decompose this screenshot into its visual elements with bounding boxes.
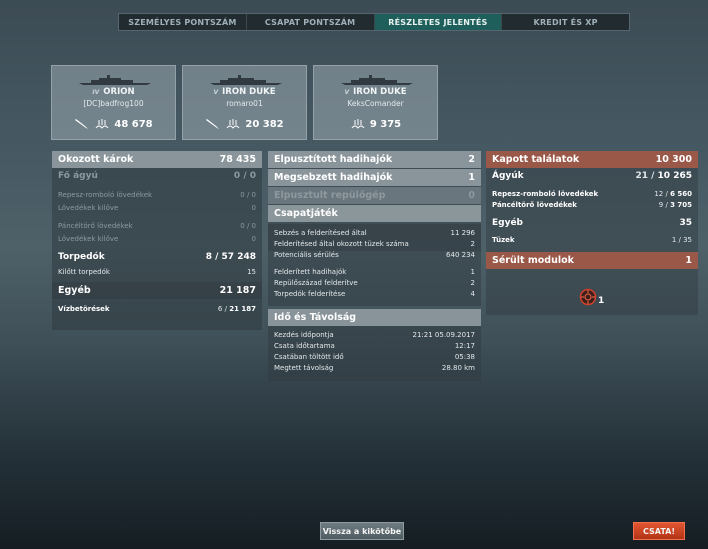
back-to-port-button[interactable]: Vissza a kikötőbe bbox=[320, 522, 404, 540]
card-score: 9 375 bbox=[369, 118, 402, 130]
time-distance-header: Idő és Távolság bbox=[268, 309, 481, 326]
he-shells-row: Repesz-romboló lövedékek 0 / 0 bbox=[58, 190, 256, 199]
shells-fired-row: Lövedékek kilőve 0 bbox=[58, 234, 256, 243]
spotting-fires-row: Felderítésed által okozott tüzek száma 2 bbox=[274, 239, 475, 248]
distance-row: Megtett távolság 28.80 km bbox=[274, 363, 475, 372]
received-hits-panel: Kapott találatok 10 300 Ágyúk 21 / 10 265 … bbox=[486, 151, 698, 315]
player-name: [DC]badfrog100 bbox=[83, 99, 144, 108]
ship-tier: V bbox=[344, 89, 350, 96]
spotted-torpedoes-row: Torpedók felderítése 4 bbox=[274, 289, 475, 298]
planes-destroyed-header: Elpusztult repülőgép 0 bbox=[268, 187, 481, 204]
tab-team-score[interactable]: CSAPAT PONTSZÁM bbox=[247, 14, 375, 30]
battleship-silhouette-icon bbox=[210, 75, 282, 85]
ship-name: V IRON DUKE bbox=[213, 87, 276, 97]
battleship-silhouette-icon bbox=[341, 75, 413, 85]
torpedo-icon bbox=[75, 119, 89, 129]
spotted-squadrons-row: Repülőszázad felderítve 2 bbox=[274, 278, 475, 287]
module-damage-icon bbox=[579, 288, 597, 306]
time-distance-panel: Idő és Távolság Kezdés időpontja 21:21 05… bbox=[268, 309, 481, 381]
battle-duration-row: Csata időtartama 12:17 bbox=[274, 341, 475, 350]
player-name: KeksComander bbox=[347, 99, 404, 108]
tab-personal-score[interactable]: SZEMÉLYES PONTSZÁM bbox=[119, 14, 247, 30]
ap-received-row: Páncéltörő lövedékek 9 / 3 705 bbox=[492, 200, 692, 209]
ship-name: IV ORION bbox=[92, 87, 135, 97]
player-name: romaro01 bbox=[226, 99, 263, 108]
damaged-ships-header: Megsebzett hadihajók 1 bbox=[268, 169, 481, 186]
start-time-row: Kezdés időpontja 21:21 05.09.2017 bbox=[274, 330, 475, 339]
battle-button[interactable]: CSATA! bbox=[633, 522, 685, 540]
damage-dealt-header: Okozott károk 78 435 bbox=[52, 151, 262, 168]
flooding-icon bbox=[95, 119, 109, 129]
guns-row: Ágyúk 21 / 10 265 bbox=[492, 171, 692, 181]
fires-received-row: Tüzek 1 / 35 bbox=[492, 235, 692, 244]
ship-tier: V bbox=[213, 89, 219, 96]
damage-dealt-panel: Okozott károk 78 435 Fő ágyú 0 / 0 Repesz-… bbox=[52, 151, 262, 330]
torpedoes-row: Torpedók 8 / 57 248 bbox=[58, 252, 256, 262]
received-hits-header: Kapott találatok 10 300 bbox=[486, 151, 698, 168]
shells-fired-row: Lövedékek kilőve 0 bbox=[58, 203, 256, 212]
ap-shells-row: Páncéltörő lövedékek 0 / 0 bbox=[58, 221, 256, 230]
torpedoes-fired-row: Kilőtt torpedók 15 bbox=[58, 267, 256, 276]
main-battery-row: Fő ágyú 0 / 0 bbox=[58, 171, 256, 181]
card-score: 48 678 bbox=[114, 118, 153, 130]
ship-card-iron-duke-1[interactable]: V IRON DUKE romaro01 20 382 bbox=[182, 65, 307, 140]
flooding-icon bbox=[351, 119, 365, 129]
tab-detailed-report[interactable]: RÉSZLETES JELENTÉS bbox=[374, 14, 503, 30]
tab-credits-xp[interactable]: KREDIT ÉS XP bbox=[502, 14, 629, 30]
ship-card-iron-duke-2[interactable]: V IRON DUKE KeksComander 9 375 bbox=[313, 65, 438, 140]
spotting-damage-row: Sebzés a felderítésed által 11 296 bbox=[274, 228, 475, 237]
ship-name: V IRON DUKE bbox=[344, 87, 407, 97]
time-in-battle-row: Csatában töltött idő 05:38 bbox=[274, 352, 475, 361]
report-tabs: SZEMÉLYES PONTSZÁM CSAPAT PONTSZÁM RÉSZL… bbox=[118, 13, 630, 31]
damaged-modules-header: Sérült modulok 1 bbox=[486, 252, 698, 269]
battleship-silhouette-icon bbox=[79, 75, 151, 85]
other-received-row: Egyéb 35 bbox=[492, 218, 692, 228]
module-damage-count: 1 bbox=[598, 296, 605, 306]
torpedo-icon bbox=[206, 119, 220, 129]
potential-damage-row: Potenciális sérülés 640 234 bbox=[274, 250, 475, 259]
he-received-row: Repesz-romboló lövedékek 12 / 6 560 bbox=[492, 189, 692, 198]
flooding-row: Vízbetörések 6 / 21 187 bbox=[58, 304, 256, 313]
spotted-ships-row: Felderített hadihajók 1 bbox=[274, 267, 475, 276]
teamplay-stats: Sebzés a felderítésed által 11 296 Felder… bbox=[268, 224, 481, 306]
flooding-icon bbox=[226, 119, 240, 129]
other-damage-header: Egyéb 21 187 bbox=[52, 282, 262, 299]
ship-card-orion[interactable]: IV ORION [DC]badfrog100 48 678 bbox=[51, 65, 176, 140]
card-score: 20 382 bbox=[245, 118, 284, 130]
destroyed-ships-header: Elpusztított hadihajók 2 bbox=[268, 151, 481, 168]
teamplay-header: Csapatjáték bbox=[268, 205, 481, 222]
damaged-module-indicator: 1 bbox=[579, 288, 604, 306]
ship-tier: IV bbox=[92, 89, 100, 96]
